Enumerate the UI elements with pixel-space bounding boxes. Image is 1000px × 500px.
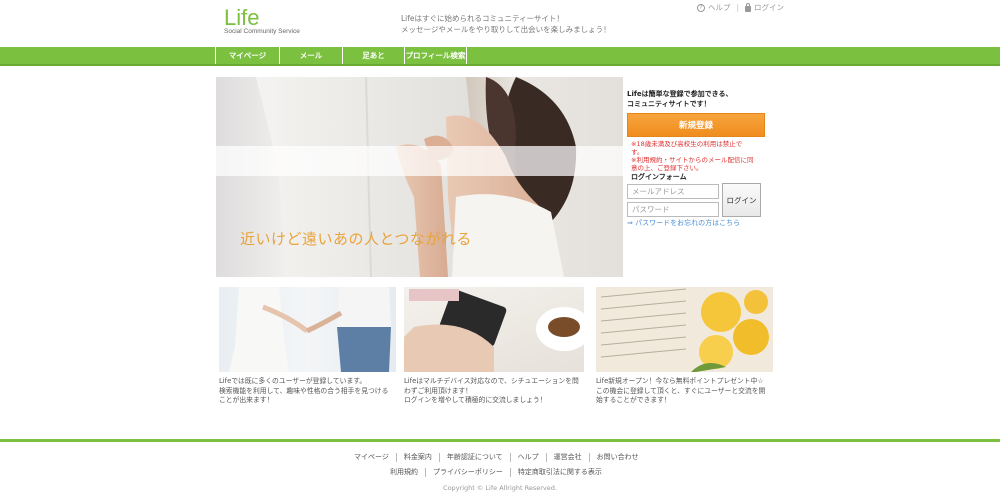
nav-item-mail[interactable]: メール	[279, 47, 342, 64]
registration-notes: ※18歳未満及び高校生の利用は禁止で す。 ※利用規約・サイトからのメール配信に…	[631, 140, 769, 172]
login-link[interactable]: ログイン	[754, 2, 784, 13]
footer-link-commerce-law[interactable]: 特定商取引法に関する表示	[518, 467, 602, 477]
footer-divider	[0, 439, 1000, 442]
site-intro: Lifeは簡単な登録で参加できる、 コミュニティサイトです！	[627, 89, 733, 109]
note-line-2: す。	[631, 148, 644, 156]
feature-text-line: ことが出来ます！	[219, 396, 274, 404]
tagline-line-2: メッセージやメールをやり取りして出会いを楽しみましょう！	[401, 25, 611, 34]
feature-text-line: 検索機能を利用して、趣味や性格の合う相手を見つける	[219, 386, 389, 395]
footer-separator	[545, 452, 547, 462]
main-nav: マイページ メール 足あと プロフィール検索	[215, 47, 467, 64]
footer-link-age-verification[interactable]: 年齢認証について	[447, 452, 503, 462]
footer-links-row-1: マイページ 料金案内 年齢認証について ヘルプ 運営会社 お問い合わせ	[354, 452, 639, 462]
footer-separator	[509, 452, 511, 462]
feature-image-flowers-art	[600, 288, 769, 372]
top-links-divider: |	[736, 3, 740, 12]
register-button[interactable]: 新規登録	[627, 113, 765, 137]
nav-bar	[0, 47, 1000, 66]
footer-separator	[588, 452, 590, 462]
nav-item-mypage[interactable]: マイページ	[215, 47, 279, 64]
tagline-line-1: Lifeはすぐに始められるコミュニティーサイト！	[401, 14, 564, 23]
feature-text-line: Lifeはマルチデバイス対応なので、シチュエーションを問	[404, 377, 579, 385]
hero-caption-band	[216, 146, 623, 176]
feature-text-line: この機会に登録して頂くと、すぐにユーザーと交流を開	[596, 386, 766, 395]
feature-text-line: ログインを増やして積極的に交流しましょう！	[404, 396, 547, 404]
feature-image-smartphone	[404, 287, 584, 372]
hero-caption: 近いけど遠いあの人とつながれる	[240, 230, 472, 248]
intro-line-2: コミュニティサイトです！	[627, 100, 711, 108]
feature-image-couple	[219, 287, 396, 372]
feature-text-line: わずご利用頂けます！	[404, 386, 472, 395]
intro-line-1: Lifeは簡単な登録で参加できる、	[627, 90, 733, 98]
forgot-password-link[interactable]: ⇒ パスワードをお忘れの方はこちら	[627, 218, 740, 228]
feature-image-smartphone-art	[404, 289, 584, 372]
footer-link-contact[interactable]: お問い合わせ	[597, 452, 639, 462]
login-button[interactable]: ログイン	[722, 183, 761, 217]
footer-link-privacy[interactable]: プライバシーポリシー	[433, 467, 503, 477]
nav-item-footprints[interactable]: 足あと	[342, 47, 404, 64]
footer-separator	[395, 452, 397, 462]
footer-link-terms[interactable]: 利用規約	[390, 467, 418, 477]
footer-separator	[509, 467, 511, 477]
footer-link-company[interactable]: 運営会社	[554, 452, 582, 462]
password-input[interactable]	[627, 202, 719, 217]
feature-text-line: 始することができます！	[596, 396, 671, 404]
note-line-4: 意の上、ご登録下さい。	[631, 164, 703, 172]
footer-links-row-2: 利用規約 プライバシーポリシー 特定商取引法に関する表示	[390, 467, 602, 477]
lock-icon	[745, 2, 752, 12]
nav-item-profile-search[interactable]: プロフィール検索	[404, 47, 467, 64]
footer-link-mypage[interactable]: マイページ	[354, 452, 389, 462]
feature-text-users: Lifeでは既に多くのユーザーが登録しています。 検索機能を利用して、趣味や性格…	[219, 377, 399, 406]
login-form-title: ログインフォーム	[631, 173, 687, 181]
footer-link-help[interactable]: ヘルプ	[518, 452, 539, 462]
site-logo[interactable]: Life	[224, 6, 259, 30]
note-line-1: ※18歳未満及び高校生の利用は禁止で	[631, 140, 743, 148]
feature-image-couple-art	[229, 287, 391, 372]
note-line-3: ※利用規約・サイトからのメール配信に同	[631, 156, 754, 164]
footer-separator	[438, 452, 440, 462]
help-icon: ?	[697, 3, 705, 12]
feature-text-campaign: Life新規オープン！今なら無料ポイントプレゼント中☆ この機会に登録して頂くと…	[596, 377, 776, 406]
feature-text-line: Life新規オープン！今なら無料ポイントプレゼント中☆	[596, 377, 764, 385]
feature-text-line: Lifeでは既に多くのユーザーが登録しています。	[219, 377, 367, 385]
footer-link-pricing[interactable]: 料金案内	[404, 452, 432, 462]
footer-separator	[425, 467, 426, 477]
copyright: Copyright © Life Allright Reserved.	[443, 484, 557, 492]
site-logo-subtitle: Social Community Service	[224, 28, 300, 35]
site-tagline: Lifeはすぐに始められるコミュニティーサイト！ メッセージやメールをやり取りし…	[401, 13, 611, 35]
top-links: ? ヘルプ | ログイン	[697, 2, 784, 13]
feature-text-multidevice: Lifeはマルチデバイス対応なので、シチュエーションを問 わずご利用頂けます！ …	[404, 377, 586, 406]
feature-image-flowers	[596, 287, 773, 372]
email-input[interactable]	[627, 184, 719, 199]
help-link[interactable]: ヘルプ	[708, 2, 731, 13]
